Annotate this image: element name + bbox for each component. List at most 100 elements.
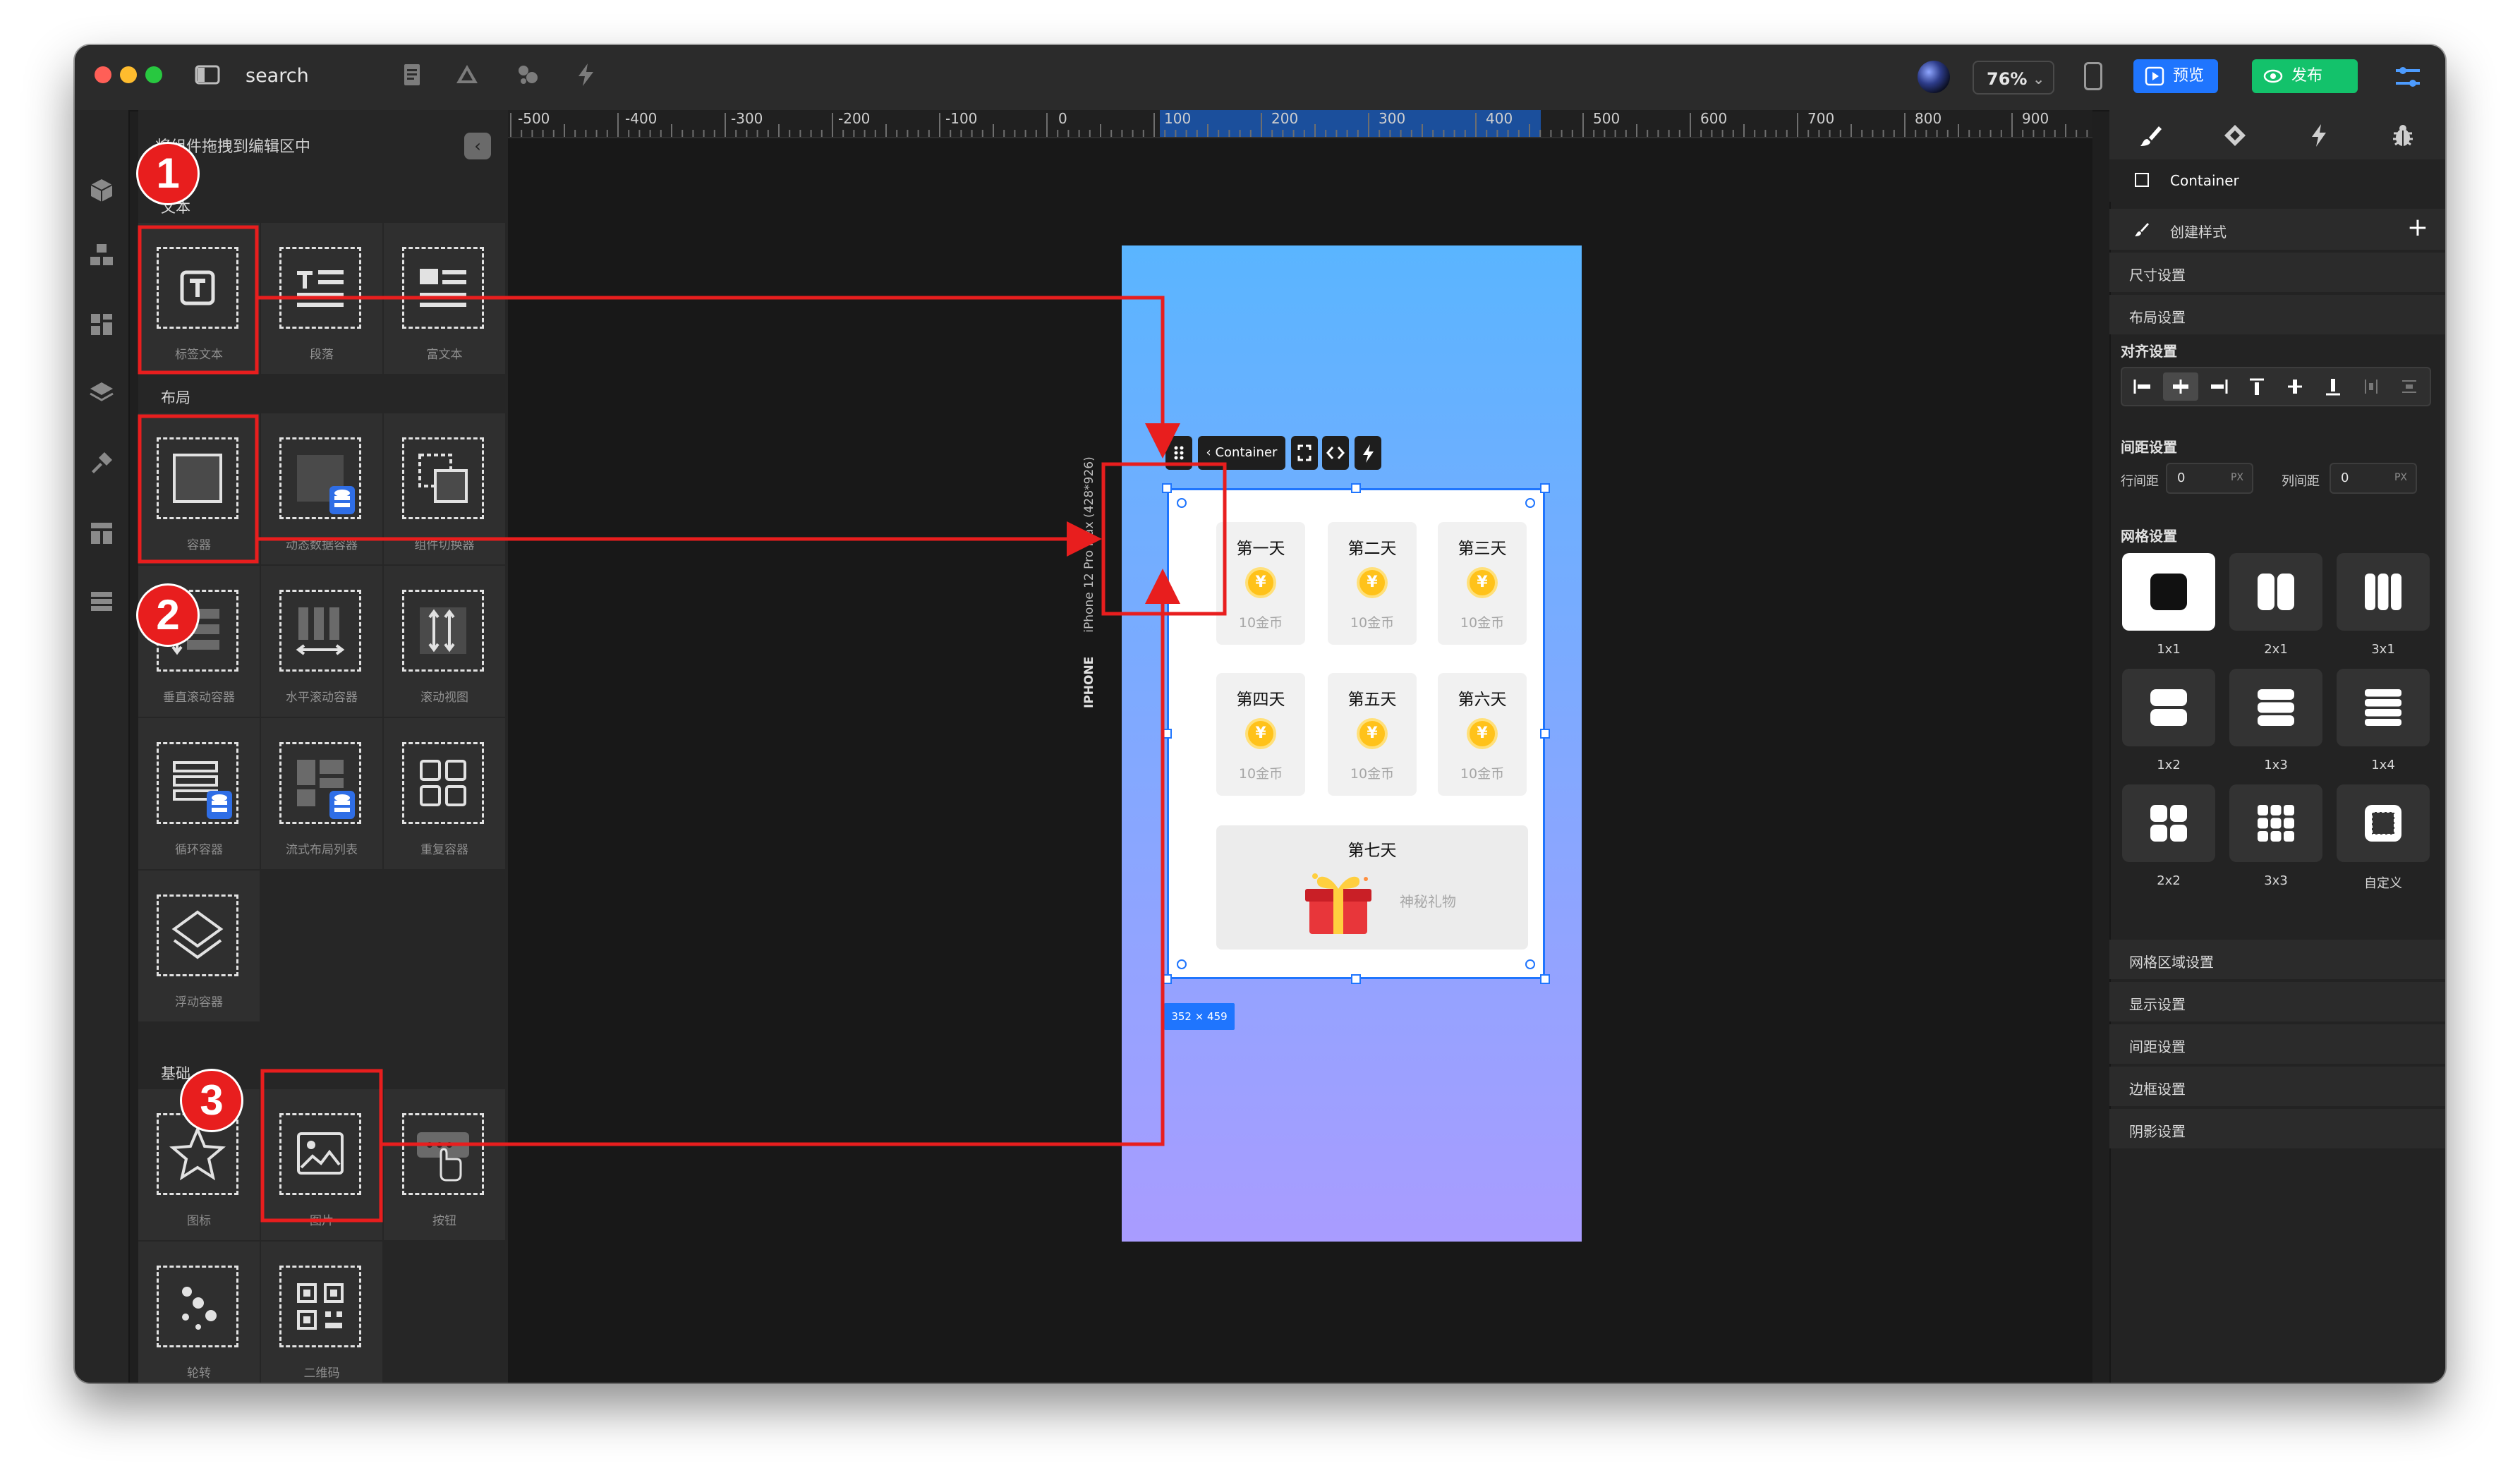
layers-icon[interactable] [87,378,116,406]
device-preview-icon[interactable] [2084,62,2102,90]
spacing-settings-row[interactable]: 间距设置 [2109,1024,2445,1064]
col-gap-input[interactable]: 0 PX [2330,463,2417,494]
component-rich-text[interactable]: 富文本 [384,223,505,374]
sidebar-toggle-icon[interactable] [193,61,222,89]
triangle-icon[interactable] [453,61,481,89]
component-repeat-container[interactable]: 重复容器 [384,718,505,869]
grid-option-custom[interactable] [2337,784,2430,862]
day-card[interactable]: 第二天 ¥ 10金币 [1328,522,1417,645]
day-card[interactable]: 第三天 ¥ 10金币 [1438,522,1527,645]
drag-handle-icon[interactable] [1165,436,1192,470]
collapse-panel-button[interactable]: ‹ [464,133,491,159]
grid-option-1x1[interactable] [2122,553,2215,631]
resize-handle[interactable] [1351,974,1361,984]
editor-canvas[interactable]: -500 -400 -300 -200 -100 0 100 200 300 4… [508,110,2092,1383]
size-settings-row[interactable]: 尺寸设置 [2109,253,2445,292]
component-button[interactable]: 按钮 [384,1089,505,1240]
grid-option-3x3[interactable] [2229,784,2322,862]
cluster-icon[interactable] [514,61,542,89]
distribute-vertical-icon[interactable] [2392,372,2427,401]
resize-handle[interactable] [1162,483,1172,493]
component-dynamic-data-container[interactable]: 动态数据容器 [261,413,382,564]
plugin-icon[interactable] [87,449,116,477]
component-floating-container[interactable]: 浮动容器 [138,871,260,1021]
component-image[interactable]: 图片 [261,1089,382,1240]
corner-radius-handle[interactable] [1525,959,1535,969]
component-loop-container[interactable]: 循环容器 [138,718,260,869]
window-zoom-button[interactable] [145,66,162,83]
fullscreen-icon[interactable] [1291,436,1318,470]
corner-radius-handle[interactable] [1177,959,1187,969]
grid-option-1x4[interactable] [2337,669,2430,746]
component-qrcode[interactable]: 二维码 [261,1242,382,1383]
day7-card[interactable]: 第七天 神秘礼物 [1216,825,1528,950]
publish-button[interactable]: 发布 [2252,59,2358,93]
align-middle-icon[interactable] [2277,372,2313,401]
ruler-label: -200 [838,110,871,127]
lightning-icon[interactable] [1355,436,1381,470]
distribute-horizontal-icon[interactable] [2354,372,2389,401]
tab-plugins[interactable] [2361,110,2445,159]
component-scroll-view[interactable]: 滚动视图 [384,566,505,717]
lightning-icon[interactable] [571,61,600,89]
grid-caption: 2x1 [2264,642,2288,657]
component-container[interactable]: 容器 [138,413,260,564]
align-center-icon[interactable] [2163,372,2198,401]
preview-button[interactable]: 预览 [2133,59,2218,93]
resize-handle[interactable] [1540,974,1550,984]
template-icon[interactable] [87,519,116,547]
grid-option-2x2[interactable] [2122,784,2215,862]
grid-option-3x1[interactable] [2337,553,2430,631]
component-label-text[interactable]: 标签文本 [138,223,260,374]
list-icon[interactable] [87,587,116,615]
resize-handle[interactable] [1540,483,1550,493]
zoom-select[interactable]: 76% ⌄ [1973,61,2054,95]
align-right-icon[interactable] [2201,372,2236,401]
align-bottom-icon[interactable] [2315,372,2351,401]
align-top-icon[interactable] [2239,372,2274,401]
window-minimize-button[interactable] [120,66,137,83]
corner-radius-handle[interactable] [1177,498,1187,508]
shadow-settings-row[interactable]: 阴影设置 [2109,1109,2445,1148]
border-settings-row[interactable]: 边框设置 [2109,1067,2445,1106]
add-style-icon[interactable]: + [2407,213,2428,242]
component-carousel[interactable]: 轮转 [138,1242,260,1383]
tab-style[interactable] [2109,110,2193,159]
row-gap-input[interactable]: 0 PX [2166,463,2253,494]
day-card[interactable]: 第四天 ¥ 10金币 [1216,673,1305,796]
component-switcher[interactable]: 组件切换器 [384,413,505,564]
grid-option-1x2[interactable] [2122,669,2215,746]
resize-handle[interactable] [1351,483,1361,493]
corner-radius-handle[interactable] [1525,498,1535,508]
section-label-layout: 布局 [161,389,190,406]
grid-option-2x1[interactable] [2229,553,2322,631]
components-icon[interactable] [87,241,116,269]
resize-handle[interactable] [1162,729,1172,739]
code-icon[interactable] [1322,436,1349,470]
search-label[interactable]: search [246,65,309,87]
resize-handle[interactable] [1162,974,1172,984]
component-horizontal-scroll[interactable]: 水平滚动容器 [261,566,382,717]
align-left-icon[interactable] [2125,372,2160,401]
day-card[interactable]: 第一天 ¥ 10金币 [1216,522,1305,645]
parent-select-button[interactable]: ‹ Container [1198,436,1285,470]
grid-area-settings-row[interactable]: 网格区域设置 [2109,940,2445,979]
user-avatar[interactable] [1918,61,1950,93]
resize-handle[interactable] [1540,729,1550,739]
element-name-row[interactable]: Container [2109,159,2445,202]
window-close-button[interactable] [95,66,111,83]
page-icon[interactable] [398,61,426,89]
sliders-icon[interactable] [2392,61,2424,93]
day-card[interactable]: 第六天 ¥ 10金币 [1438,673,1527,796]
tab-component[interactable] [2193,110,2277,159]
component-paragraph[interactable]: 段落 [261,223,382,374]
grid-option-1x3[interactable] [2229,669,2322,746]
day-card[interactable]: 第五天 ¥ 10金币 [1328,673,1417,796]
component-flow-list[interactable]: 流式布局列表 [261,718,382,869]
cube-icon[interactable] [87,176,116,205]
tab-events[interactable] [2277,110,2361,159]
layout-icon[interactable] [87,310,116,339]
layout-settings-row[interactable]: 布局设置 [2109,295,2445,334]
display-settings-row[interactable]: 显示设置 [2109,982,2445,1021]
create-style-row[interactable]: 创建样式 + [2109,209,2445,250]
